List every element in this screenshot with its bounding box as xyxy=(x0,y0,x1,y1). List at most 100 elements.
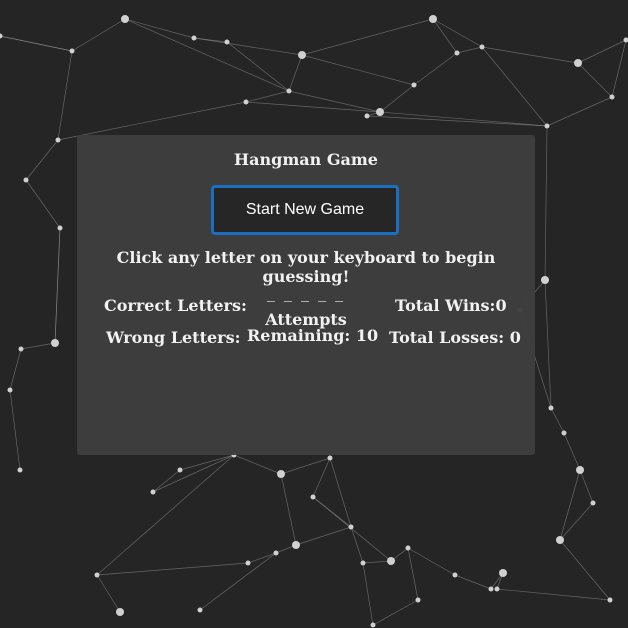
network-line xyxy=(379,111,548,127)
network-line xyxy=(25,179,61,229)
network-line xyxy=(372,599,419,626)
network-line xyxy=(71,18,126,52)
network-node xyxy=(376,108,384,116)
network-line xyxy=(544,279,552,409)
network-node xyxy=(590,500,596,506)
network-node xyxy=(548,405,554,411)
network-line xyxy=(54,227,61,344)
network-line xyxy=(57,50,73,141)
word-blanks: _ _ _ _ _ xyxy=(266,283,346,302)
network-node xyxy=(576,466,584,474)
network-node xyxy=(57,225,63,231)
network-line xyxy=(577,62,613,98)
network-node xyxy=(17,467,23,473)
network-node xyxy=(387,557,395,565)
network-line xyxy=(245,90,290,103)
network-line xyxy=(366,115,548,127)
instructions-text: Click any letter on your keyboard to beg… xyxy=(116,248,496,286)
network-node xyxy=(327,455,333,461)
wrong-letters-label: Wrong Letters: xyxy=(106,328,241,347)
network-line xyxy=(9,348,22,391)
network-line xyxy=(481,46,548,127)
network-node xyxy=(370,622,376,628)
total-losses-label: Total Losses: 0 xyxy=(389,328,521,347)
attempts-remaining: Attempts Remaining: 10 xyxy=(247,312,378,344)
network-line xyxy=(550,407,565,434)
network-line xyxy=(233,454,282,475)
correct-letters-label: Correct Letters: xyxy=(104,296,247,315)
network-line xyxy=(247,552,277,564)
network-line xyxy=(611,39,627,98)
network-line xyxy=(456,46,483,54)
network-line xyxy=(362,562,374,626)
network-line xyxy=(25,139,59,181)
network-line xyxy=(559,539,611,601)
network-line xyxy=(152,469,181,493)
network-node xyxy=(479,44,485,50)
network-node xyxy=(116,608,124,616)
network-node xyxy=(609,94,615,100)
network-line xyxy=(20,342,56,350)
network-line xyxy=(295,526,352,546)
network-node xyxy=(69,48,75,54)
network-line xyxy=(152,454,235,493)
network-node xyxy=(415,597,421,603)
network-line xyxy=(350,526,364,564)
network-node xyxy=(55,137,61,143)
network-line xyxy=(96,562,249,576)
network-node xyxy=(286,88,292,94)
network-node xyxy=(499,569,507,577)
network-line xyxy=(0,35,73,52)
network-line xyxy=(454,574,492,590)
attempts-label-line2: Remaining: 10 xyxy=(247,326,379,345)
network-line xyxy=(432,18,458,54)
network-line xyxy=(563,432,581,471)
network-line xyxy=(193,37,228,43)
network-node xyxy=(411,82,417,88)
network-node xyxy=(310,494,316,500)
network-node xyxy=(51,339,59,347)
network-line xyxy=(199,552,277,611)
network-node xyxy=(277,470,285,478)
network-node xyxy=(292,541,300,549)
network-line xyxy=(544,125,548,281)
hangman-panel: Hangman Game Start New Game Click any le… xyxy=(77,135,535,455)
network-line xyxy=(96,454,235,576)
network-node xyxy=(623,37,628,43)
network-node xyxy=(224,39,230,45)
network-line xyxy=(9,389,21,471)
network-line xyxy=(312,457,331,498)
network-line xyxy=(245,101,381,113)
network-line xyxy=(124,18,290,92)
network-node xyxy=(360,560,366,566)
network-node xyxy=(94,572,100,578)
network-line xyxy=(379,84,415,113)
network-line xyxy=(329,457,352,528)
network-line xyxy=(96,574,121,613)
network-line xyxy=(481,46,579,64)
network-node xyxy=(243,99,249,105)
network-line xyxy=(288,54,303,92)
network-node xyxy=(197,607,203,613)
network-node xyxy=(18,346,24,352)
network-node xyxy=(607,597,613,603)
network-line xyxy=(546,96,613,127)
network-node xyxy=(364,113,370,119)
network-node xyxy=(150,489,156,495)
network-node xyxy=(273,550,279,556)
network-line xyxy=(301,54,415,86)
network-node xyxy=(544,123,550,129)
network-line xyxy=(432,18,483,48)
start-new-game-button[interactable]: Start New Game xyxy=(211,185,399,235)
network-line xyxy=(362,560,392,564)
network-node xyxy=(298,51,306,59)
network-line xyxy=(496,588,611,601)
game-title: Hangman Game xyxy=(234,150,378,169)
network-node xyxy=(561,430,567,436)
network-node xyxy=(121,15,129,23)
network-node xyxy=(405,545,411,551)
network-node xyxy=(348,524,354,530)
network-line xyxy=(413,52,458,86)
network-node xyxy=(0,33,3,39)
network-line xyxy=(577,39,627,64)
